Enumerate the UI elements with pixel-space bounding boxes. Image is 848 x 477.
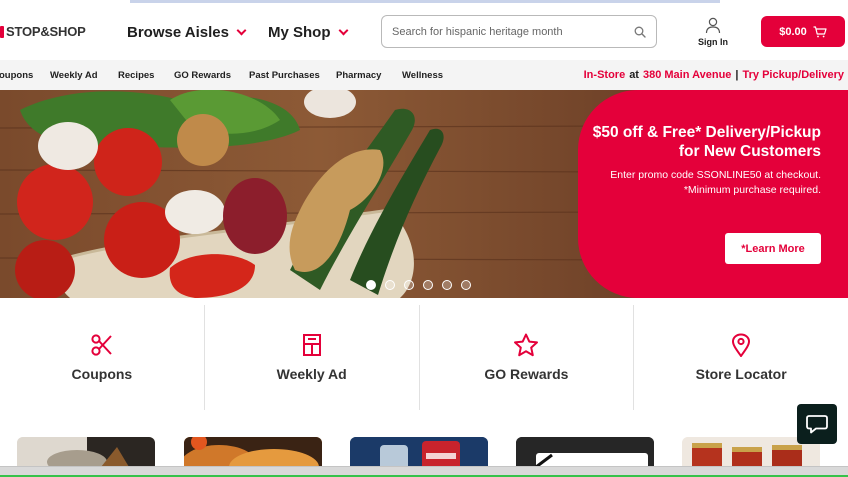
cart-total: $0.00 bbox=[779, 25, 807, 38]
page-load-indicator bbox=[130, 0, 720, 3]
carousel-dot[interactable] bbox=[366, 280, 376, 290]
carousel-dot[interactable] bbox=[461, 280, 471, 290]
search-box[interactable] bbox=[381, 15, 657, 48]
store-locator-label: Store Locator bbox=[695, 366, 787, 382]
cart-icon bbox=[813, 25, 827, 37]
carousel-dot[interactable] bbox=[404, 280, 414, 290]
promo-text: $50 off & Free* Delivery/Pickup for New … bbox=[581, 123, 821, 198]
store-at-text: at bbox=[629, 69, 639, 81]
carousel-dots bbox=[366, 280, 471, 290]
logo-mark bbox=[0, 25, 4, 38]
subnav-weekly-ad-link[interactable]: Weekly Ad bbox=[50, 70, 98, 81]
carousel-dot[interactable] bbox=[385, 280, 395, 290]
coupons-tile[interactable]: Coupons bbox=[0, 305, 204, 410]
store-locator-tile[interactable]: Store Locator bbox=[633, 305, 848, 410]
store-address-link[interactable]: 380 Main Avenue bbox=[643, 69, 731, 81]
browse-aisles-label: Browse Aisles bbox=[127, 24, 229, 41]
search-icon[interactable] bbox=[634, 26, 646, 38]
carousel-dot[interactable] bbox=[442, 280, 452, 290]
in-store-mode-link[interactable]: In-Store bbox=[584, 69, 626, 81]
horizontal-scrollbar[interactable] bbox=[0, 466, 848, 477]
site-header: STOP&SHOP Browse Aisles My Shop Sign In … bbox=[0, 4, 848, 60]
go-rewards-tile[interactable]: GO Rewards bbox=[418, 305, 634, 410]
promo-title: $50 off & Free* Delivery/Pickup for New … bbox=[592, 124, 821, 160]
subnav-past-purchases-link[interactable]: Past Purchases bbox=[249, 70, 320, 81]
hero-banner: $50 off & Free* Delivery/Pickup for New … bbox=[0, 90, 848, 298]
subnav-wellness-link[interactable]: Wellness bbox=[402, 70, 443, 81]
quick-links: Coupons Weekly Ad GO Rewards Store Locat… bbox=[0, 305, 848, 410]
scissors-icon bbox=[91, 334, 112, 356]
user-icon bbox=[705, 17, 721, 34]
browse-aisles-dropdown[interactable]: Browse Aisles bbox=[127, 24, 247, 41]
pickup-delivery-link[interactable]: Try Pickup/Delivery bbox=[743, 69, 845, 81]
my-shop-dropdown[interactable]: My Shop bbox=[268, 24, 348, 41]
chat-bubble-icon bbox=[806, 415, 828, 434]
weekly-ad-tile[interactable]: Weekly Ad bbox=[203, 305, 419, 410]
star-icon bbox=[514, 333, 539, 357]
store-separator: | bbox=[735, 69, 739, 81]
weekly-ad-label: Weekly Ad bbox=[276, 366, 347, 382]
cart-button[interactable]: $0.00 bbox=[761, 16, 845, 47]
subnav-pharmacy-link[interactable]: Pharmacy bbox=[336, 70, 381, 81]
my-shop-label: My Shop bbox=[268, 24, 331, 41]
store-selector: In-Store at 380 Main Avenue | Try Pickup… bbox=[584, 69, 844, 81]
logo[interactable]: STOP&SHOP bbox=[0, 24, 86, 39]
sign-in-button[interactable]: Sign In bbox=[694, 17, 732, 47]
sign-in-label: Sign In bbox=[698, 37, 728, 47]
chevron-down-icon bbox=[236, 25, 247, 36]
weekly-ad-icon bbox=[302, 334, 321, 356]
chevron-down-icon bbox=[338, 25, 348, 36]
hero-produce-image bbox=[0, 90, 640, 298]
carousel-dot[interactable] bbox=[423, 280, 433, 290]
search-input[interactable] bbox=[392, 25, 634, 38]
subnav-coupons-link[interactable]: oupons bbox=[0, 70, 33, 81]
coupons-label: Coupons bbox=[71, 366, 133, 382]
location-pin-icon bbox=[732, 333, 751, 357]
secondary-nav: oupons Weekly Ad Recipes GO Rewards Past… bbox=[0, 60, 848, 90]
go-rewards-label: GO Rewards bbox=[484, 366, 569, 382]
subnav-go-rewards-link[interactable]: GO Rewards bbox=[174, 70, 231, 81]
chat-button[interactable] bbox=[797, 404, 837, 444]
learn-more-button[interactable]: *Learn More bbox=[725, 233, 821, 264]
logo-text: STOP&SHOP bbox=[6, 24, 86, 39]
promo-subtitle: Enter promo code SSONLINE50 at checkout.… bbox=[610, 169, 821, 196]
subnav-recipes-link[interactable]: Recipes bbox=[118, 70, 154, 81]
